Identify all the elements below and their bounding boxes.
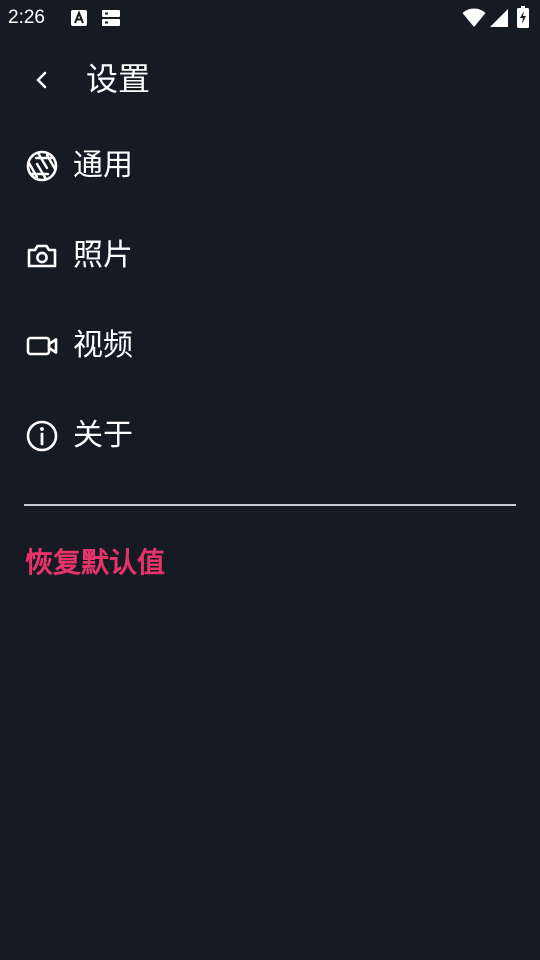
camera-icon xyxy=(27,244,57,268)
info-icon xyxy=(26,420,58,452)
page-title: 设置 xyxy=(86,60,151,98)
settings-menu: 通用 照片 视频 关于 xyxy=(0,121,540,481)
menu-item-label: 关于 xyxy=(73,418,133,453)
app-bar: 设置 xyxy=(0,48,540,112)
status-bar: 2:26 xyxy=(0,0,540,36)
menu-item-general[interactable]: 通用 xyxy=(0,121,540,211)
menu-item-label: 通用 xyxy=(73,148,133,183)
back-button[interactable] xyxy=(22,60,62,100)
chevron-left-icon xyxy=(36,71,47,89)
cell-signal-icon xyxy=(490,9,508,27)
battery-charging-icon xyxy=(517,6,529,28)
menu-item-about[interactable]: 关于 xyxy=(0,391,540,481)
menu-item-label: 照片 xyxy=(73,238,133,273)
reset-defaults-button[interactable]: 恢复默认值 xyxy=(25,543,165,583)
wifi-icon xyxy=(462,8,486,27)
divider xyxy=(24,504,516,506)
status-time: 2:26 xyxy=(8,7,45,28)
storage-icon xyxy=(102,10,120,26)
aperture-icon xyxy=(26,150,58,182)
menu-item-label: 视频 xyxy=(73,328,133,363)
menu-item-photo[interactable]: 照片 xyxy=(0,211,540,301)
a-font-icon xyxy=(71,10,87,26)
video-icon xyxy=(26,336,58,356)
menu-item-video[interactable]: 视频 xyxy=(0,301,540,391)
